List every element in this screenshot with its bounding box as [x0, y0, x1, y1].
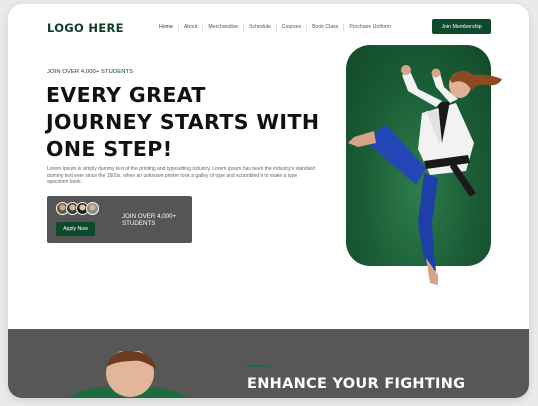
hero-image [346, 45, 502, 285]
nav-item-home[interactable]: Home [154, 24, 179, 31]
hero-description: Lorem Ipsum is simply dummy text of the … [47, 166, 315, 186]
nav-item-book-class[interactable]: Book Class [307, 24, 345, 31]
join-membership-button[interactable]: Join Membership [432, 19, 491, 34]
nav-item-purchase-uniform[interactable]: Purchase Uniform [344, 24, 396, 31]
nav-item-merchandise[interactable]: Merchandise [203, 24, 245, 31]
student-photo [68, 351, 188, 398]
website-frame: LOGO HERE Home About Merchandise Schedul… [8, 4, 529, 398]
nav-item-courses[interactable]: Courses [277, 24, 308, 31]
nav-item-schedule[interactable]: Schedule [244, 24, 277, 31]
main-nav: Home About Merchandise Schedule Courses … [154, 24, 396, 31]
student-avatars [56, 202, 99, 215]
avatar [86, 202, 99, 215]
karate-fighter-illustration [348, 65, 502, 285]
section-heading: ENHANCE YOUR FIGHTING [247, 376, 466, 392]
headline-line-3: ONE STEP! [46, 137, 173, 161]
promo-text: JOIN OVER 4,000+ STUDENTS [122, 213, 177, 228]
logo[interactable]: LOGO HERE [47, 21, 124, 35]
headline-line-2: JOURNEY STARTS WITH [46, 110, 320, 134]
nav-item-about[interactable]: About [179, 24, 204, 31]
hero-eyebrow: JOIN OVER 4,000+ STUDENTS [47, 69, 134, 75]
apply-now-button[interactable]: Apply Now [56, 222, 95, 236]
section-accent-line [247, 365, 269, 367]
hero-headline: EVERY GREAT JOURNEY STARTS WITH ONE STEP… [46, 82, 336, 163]
headline-line-1: EVERY GREAT [46, 83, 206, 107]
features-band: ENHANCE YOUR FIGHTING [8, 329, 529, 398]
students-promo-card: JOIN OVER 4,000+ STUDENTS Apply Now [47, 196, 192, 243]
